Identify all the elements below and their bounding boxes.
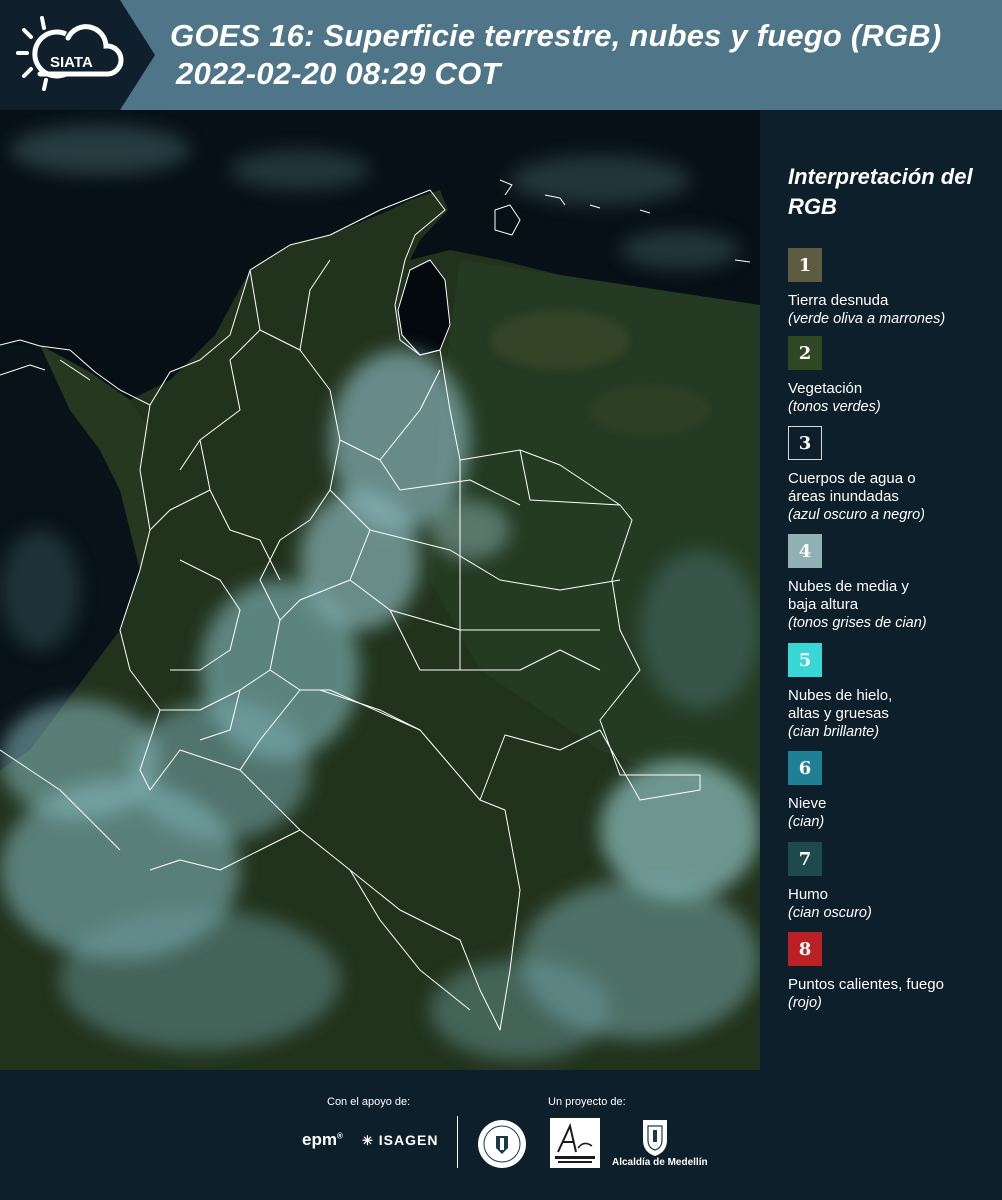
legend-item-bare-soil: 1 Tierra desnuda (verde oliva a marrones…	[788, 248, 998, 328]
legend-label: Cuerpos de agua o áreas inundadas	[788, 470, 916, 505]
legend-swatch: 6	[788, 751, 822, 785]
isagen-logo: ✳ ISAGEN	[362, 1132, 439, 1148]
legend-item-low-clouds: 4 Nubes de media y baja altura (tonos gr…	[788, 534, 998, 632]
medellin-seal-icon	[478, 1120, 526, 1168]
siata-logo: SIATA	[16, 16, 124, 91]
legend-desc: (tonos grises de cian)	[788, 615, 927, 631]
legend-swatch: 5	[788, 643, 822, 677]
legend-item-smoke: 7 Humo (cian oscuro)	[788, 842, 998, 922]
timestamp: 2022-02-20 08:29 COT	[176, 56, 501, 91]
footer: Con el apoyo de: Un proyecto de: epm® ✳ …	[0, 1070, 1002, 1200]
legend-item-fire: 8 Puntos calientes, fuego (rojo)	[788, 932, 998, 1012]
legend-item-vegetation: 2 Vegetación (tonos verdes)	[788, 336, 998, 416]
legend-label: Nubes de hielo, altas y gruesas	[788, 687, 893, 722]
rgb-composite-image	[0, 110, 760, 1070]
legend-swatch: 2	[788, 336, 822, 370]
legend-title: Interpretación del RGB	[788, 164, 973, 219]
legend-label: Nubes de media y baja altura	[788, 578, 909, 613]
alcaldia-label: Alcaldía de Medellín	[612, 1157, 708, 1168]
legend-desc: (cian)	[788, 814, 825, 830]
header: SIATA GOES 16: Superficie terrestre, nub…	[0, 0, 1002, 110]
legend-label: Nieve	[788, 795, 827, 812]
legend-swatch: 4	[788, 534, 822, 568]
alcaldia-shield-icon	[643, 1120, 667, 1156]
legend-desc: (rojo)	[788, 995, 822, 1011]
page-title: GOES 16: Superficie terrestre, nubes y f…	[170, 18, 942, 53]
logo-text: SIATA	[50, 54, 93, 71]
legend-item-snow: 6 Nieve (cian)	[788, 751, 998, 831]
epm-logo: epm®	[302, 1130, 343, 1149]
legend-label: Humo	[788, 886, 829, 903]
legend-label: Tierra desnuda	[788, 292, 889, 309]
legend-swatch: 7	[788, 842, 822, 876]
legend-item-ice-clouds: 5 Nubes de hielo, altas y gruesas (cian …	[788, 643, 998, 741]
legend-desc: (tonos verdes)	[788, 399, 881, 415]
satellite-map[interactable]	[0, 110, 760, 1070]
legend-swatch: 1	[788, 248, 822, 282]
footer-divider	[457, 1116, 458, 1168]
isagen-icon: ✳	[362, 1133, 374, 1148]
area-metropolitana-logo	[550, 1118, 600, 1168]
legend-swatch: 3	[788, 426, 822, 460]
legend-label: Vegetación	[788, 380, 863, 397]
support-caption: Con el apoyo de:	[327, 1096, 411, 1108]
project-caption: Un proyecto de:	[548, 1096, 626, 1108]
legend-desc: (verde oliva a marrones)	[788, 311, 946, 327]
legend-desc: (cian brillante)	[788, 724, 880, 740]
legend-swatch: 8	[788, 932, 822, 966]
legend-item-water: 3 Cuerpos de agua o áreas inundadas (azu…	[788, 426, 998, 524]
legend-label: Puntos calientes, fuego	[788, 976, 944, 993]
header-band	[120, 0, 1002, 110]
legend-panel: Interpretación del RGB 1 Tierra desnuda …	[760, 110, 1002, 1070]
legend-desc: (cian oscuro)	[788, 905, 872, 921]
legend-desc: (azul oscuro a negro)	[788, 507, 926, 523]
